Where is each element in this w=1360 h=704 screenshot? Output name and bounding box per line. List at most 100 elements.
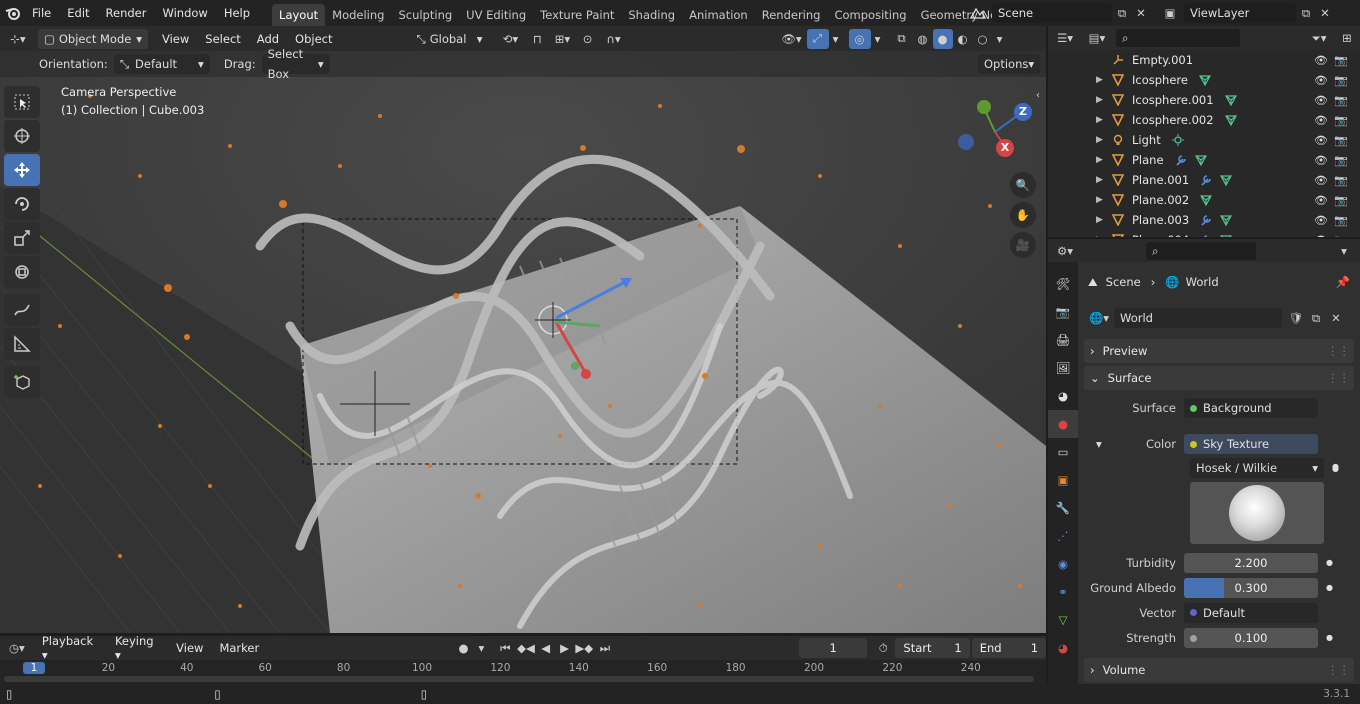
- outliner-item-name[interactable]: Plane.001: [1132, 173, 1189, 187]
- transform-tool[interactable]: [4, 256, 40, 288]
- outliner-item-name[interactable]: Plane.002: [1132, 193, 1189, 207]
- expand-arrow-icon[interactable]: ▶: [1096, 95, 1103, 105]
- keying-set-icon[interactable]: ▾: [474, 641, 489, 655]
- visibility-eye-icon[interactable]: 👁: [1314, 234, 1328, 238]
- play-reverse-icon[interactable]: ◀: [536, 641, 555, 655]
- volume-panel-header[interactable]: › Volume ⋮⋮: [1084, 658, 1354, 682]
- scene-tab-icon[interactable]: ◕: [1048, 382, 1078, 410]
- collection-tab-icon[interactable]: ▭: [1048, 438, 1078, 466]
- tab-texture-paint[interactable]: Texture Paint: [533, 4, 621, 26]
- outliner-item-name[interactable]: Plane.004: [1132, 233, 1189, 237]
- render-camera-icon[interactable]: 📷: [1334, 174, 1348, 187]
- tab-uv-editing[interactable]: UV Editing: [459, 4, 533, 26]
- world-browse-icon[interactable]: 🌐▾: [1084, 311, 1114, 325]
- menu-edit[interactable]: Edit: [59, 0, 97, 26]
- expand-arrow-icon[interactable]: ▶: [1096, 235, 1103, 237]
- gizmo-dropdown-icon[interactable]: ▾: [829, 32, 843, 46]
- outliner-row[interactable]: ▶ Icosphere.001 👁 📷: [1048, 90, 1360, 110]
- snap-icon[interactable]: ⊓: [527, 32, 549, 46]
- outliner-row[interactable]: ▶ Plane.003 👁 📷: [1048, 210, 1360, 230]
- surface-panel-header[interactable]: ⌄ Surface ⋮⋮: [1084, 366, 1354, 390]
- blender-logo-icon[interactable]: [2, 5, 24, 21]
- modifier-tab-icon[interactable]: 🔧: [1048, 494, 1078, 522]
- outliner-item-name[interactable]: Empty.001: [1132, 53, 1193, 67]
- cursor-tool[interactable]: [4, 120, 40, 152]
- outliner-item-name[interactable]: Icosphere.001: [1132, 93, 1214, 107]
- tab-shading[interactable]: Shading: [621, 4, 682, 26]
- expand-arrow-icon[interactable]: ▶: [1096, 75, 1103, 85]
- outliner-item-name[interactable]: Icosphere: [1132, 73, 1188, 87]
- wireframe-shading-icon[interactable]: ◍: [913, 32, 933, 46]
- menu-window[interactable]: Window: [154, 0, 215, 26]
- tab-compositing[interactable]: Compositing: [827, 4, 913, 26]
- outliner[interactable]: ☰▾ ▤▾ ⌕ ⏷▾ ⊞ Empty.001 👁 📷 ▶ Icosphere 👁 📷 ▶ Ico…: [1048, 26, 1360, 237]
- drag-select[interactable]: Select Box ▾: [261, 47, 330, 81]
- unlink-world-icon[interactable]: ✕: [1326, 311, 1346, 325]
- outliner-item-name[interactable]: Light: [1132, 133, 1161, 147]
- drag-handle-icon[interactable]: ⋮⋮: [1327, 344, 1350, 358]
- fake-user-icon[interactable]: 🛡: [1286, 311, 1306, 325]
- annotate-tool[interactable]: [4, 294, 40, 326]
- ground-albedo-slider[interactable]: 0.300: [1184, 577, 1318, 598]
- keyframe-dot-icon[interactable]: ●: [1326, 583, 1333, 592]
- tab-modeling[interactable]: Modeling: [325, 4, 391, 26]
- outliner-item-name[interactable]: Plane: [1132, 153, 1164, 167]
- xray-icon[interactable]: ⧉: [891, 31, 913, 46]
- camera-view-icon[interactable]: 🎥: [1010, 232, 1036, 258]
- properties-options-icon[interactable]: ▾: [1334, 244, 1354, 258]
- outliner-row[interactable]: ▶ Plane.002 👁 📷: [1048, 190, 1360, 210]
- tool-tab-icon[interactable]: 🛠: [1048, 270, 1078, 298]
- snap-target-icon[interactable]: ⊞▾: [549, 32, 577, 46]
- render-camera-icon[interactable]: 📷: [1334, 74, 1348, 87]
- timeline-menu-keying[interactable]: Keying ▾: [107, 634, 168, 662]
- editor-type-icon[interactable]: ⊹▾: [0, 32, 36, 46]
- auto-keying-icon[interactable]: ●: [453, 641, 474, 655]
- scene-icon[interactable]: [964, 6, 992, 20]
- viewport-menu-view[interactable]: View: [154, 32, 197, 46]
- tab-animation[interactable]: Animation: [682, 4, 755, 26]
- outliner-row[interactable]: ▶ Plane 👁 📷: [1048, 150, 1360, 170]
- visibility-icon[interactable]: 👁▾: [777, 32, 807, 46]
- keyframe-dot-icon[interactable]: ●: [1332, 462, 1339, 471]
- gizmo-z-axis[interactable]: Z: [1014, 103, 1032, 121]
- visibility-eye-icon[interactable]: 👁: [1314, 54, 1328, 67]
- expand-arrow-icon[interactable]: ▶: [1096, 215, 1103, 225]
- menu-file[interactable]: File: [24, 0, 59, 26]
- add-cube-tool[interactable]: [4, 366, 40, 398]
- visibility-eye-icon[interactable]: 👁: [1314, 134, 1328, 147]
- keyframe-dot-icon[interactable]: ●: [1326, 558, 1333, 567]
- expand-arrow-icon[interactable]: ▶: [1096, 195, 1103, 205]
- constraints-tab-icon[interactable]: ⚭: [1048, 578, 1078, 606]
- current-frame-field[interactable]: 1: [799, 638, 867, 658]
- prev-keyframe-icon[interactable]: ◆◀: [516, 641, 537, 655]
- new-scene-icon[interactable]: ⧉: [1112, 6, 1132, 21]
- sky-type-select[interactable]: Hosek / Wilkie ▾: [1190, 458, 1324, 478]
- drag-handle-icon[interactable]: ⋮⋮: [1327, 371, 1350, 385]
- visibility-eye-icon[interactable]: 👁: [1314, 154, 1328, 167]
- outliner-row[interactable]: ▶ Plane.001 👁 📷: [1048, 170, 1360, 190]
- visibility-eye-icon[interactable]: 👁: [1314, 174, 1328, 187]
- render-camera-icon[interactable]: 📷: [1334, 194, 1348, 207]
- material-tab-icon[interactable]: ◕: [1048, 634, 1078, 662]
- visibility-eye-icon[interactable]: 👁: [1314, 74, 1328, 87]
- render-camera-icon[interactable]: 📷: [1334, 114, 1348, 127]
- menu-help[interactable]: Help: [216, 0, 258, 26]
- expand-arrow-icon[interactable]: ▶: [1096, 155, 1103, 165]
- world-tab-icon[interactable]: ●: [1048, 410, 1078, 438]
- data-tab-icon[interactable]: ▽: [1048, 606, 1078, 634]
- proportional-edit-icon[interactable]: ⊙: [577, 32, 599, 46]
- expand-arrow-icon[interactable]: ▶: [1096, 115, 1103, 125]
- remove-view-layer-icon[interactable]: ✕: [1316, 6, 1334, 20]
- expand-arrow-icon[interactable]: ▶: [1096, 135, 1103, 145]
- tab-rendering[interactable]: Rendering: [755, 4, 828, 26]
- orientation-select[interactable]: ⤡ Default ▾: [113, 54, 210, 74]
- overlay-toggle-icon[interactable]: ◎: [848, 28, 871, 49]
- render-tab-icon[interactable]: 📷: [1048, 298, 1078, 326]
- object-tab-icon[interactable]: ▣: [1048, 466, 1078, 494]
- tab-sculpting[interactable]: Sculpting: [391, 4, 459, 26]
- scale-tool[interactable]: [4, 222, 40, 254]
- preview-range-icon[interactable]: ⏱: [871, 641, 895, 656]
- material-shading-icon[interactable]: ◐: [953, 32, 973, 46]
- rotate-tool[interactable]: [4, 188, 40, 220]
- jump-end-icon[interactable]: ⏭: [595, 641, 616, 656]
